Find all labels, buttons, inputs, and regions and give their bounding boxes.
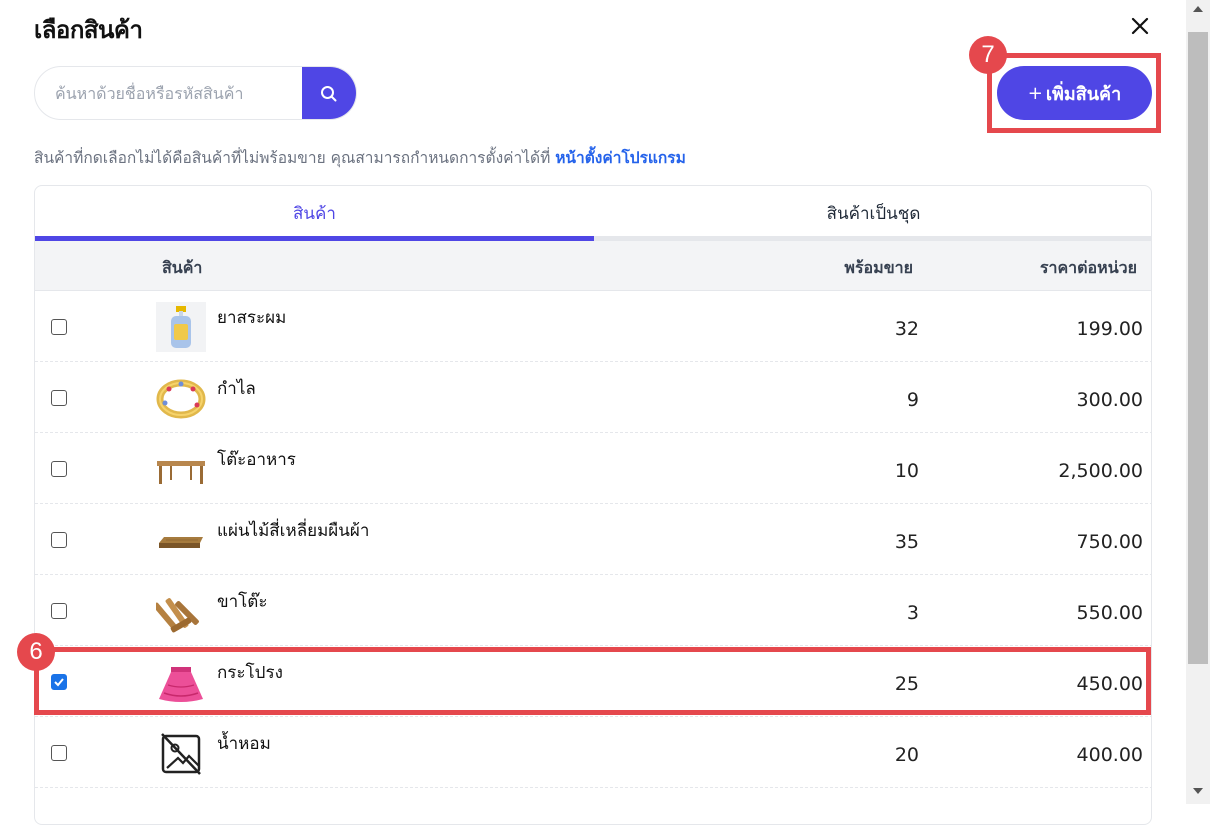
product-stock: 35	[894, 531, 919, 553]
scroll-up-arrow-icon[interactable]	[1191, 4, 1205, 14]
settings-page-link[interactable]: หน้าตั้งค่าโปรแกรม	[555, 149, 686, 167]
table-row[interactable]: กำไล 9 300.00	[35, 362, 1151, 433]
hint-message: สินค้าที่กดเลือกไม่ได้คือสินค้าที่ไม่พร้…	[34, 149, 556, 167]
scroll-down-arrow-icon[interactable]	[1191, 786, 1205, 796]
close-button[interactable]	[1126, 12, 1154, 40]
close-icon	[1131, 17, 1149, 35]
header-product: สินค้า	[162, 258, 203, 277]
wood-plank-icon	[159, 537, 203, 548]
dialog-title: เลือกสินค้า	[34, 16, 143, 44]
product-name: ขาโต๊ะ	[217, 592, 268, 612]
product-stock: 10	[894, 460, 919, 482]
row-checkbox[interactable]	[51, 461, 67, 477]
table-legs-icon	[156, 598, 199, 633]
bracelet-icon	[156, 379, 206, 419]
product-name: ยาสระผม	[217, 308, 287, 328]
hint-text: สินค้าที่กดเลือกไม่ได้คือสินค้าที่ไม่พร้…	[34, 145, 686, 170]
search-icon	[321, 86, 337, 102]
scrollbar-thumb[interactable]	[1188, 32, 1208, 664]
row-checkbox[interactable]	[51, 390, 67, 406]
product-table-card: สินค้า สินค้าเป็นชุด สินค้า พร้อมขาย ราค…	[34, 185, 1152, 825]
search-input[interactable]	[35, 67, 302, 119]
header-price: ราคาต่อหน่วย	[1039, 258, 1137, 277]
product-stock: 9	[906, 389, 919, 411]
annotation-box-add-button	[987, 53, 1161, 133]
table-row[interactable]: ขาโต๊ะ 3 550.00	[35, 575, 1151, 646]
table-row[interactable]: น้ำหอม 20 400.00	[35, 717, 1151, 788]
search-button[interactable]	[302, 67, 356, 119]
header-stock: พร้อมขาย	[844, 258, 913, 277]
tab-products[interactable]: สินค้า	[35, 186, 594, 241]
table-row[interactable]: โต๊ะอาหาร 10 2,500.00	[35, 433, 1151, 504]
product-stock: 20	[894, 744, 919, 766]
row-checkbox[interactable]	[51, 603, 67, 619]
table-row[interactable]: แผ่นไม้สี่เหลี่ยมผืนผ้า 35 750.00	[35, 504, 1151, 575]
no-image-icon	[161, 733, 201, 775]
annotation-box-skirt-row	[34, 647, 1151, 715]
search-bar	[34, 66, 357, 120]
tab-product-bundles[interactable]: สินค้าเป็นชุด	[594, 186, 1151, 241]
product-name: กำไล	[217, 379, 256, 399]
product-name: แผ่นไม้สี่เหลี่ยมผืนผ้า	[217, 521, 370, 541]
annotation-number-6: 6	[17, 633, 55, 671]
row-checkbox[interactable]	[51, 532, 67, 548]
product-price: 550.00	[1076, 602, 1143, 624]
product-price: 2,500.00	[1058, 460, 1143, 482]
product-stock: 32	[894, 318, 919, 340]
product-stock: 3	[906, 602, 919, 624]
select-product-dialog: เลือกสินค้า + เพิ่มสินค้า สินค้าที่กดเลื…	[0, 0, 1186, 825]
product-name: โต๊ะอาหาร	[217, 450, 296, 470]
product-price: 199.00	[1076, 318, 1143, 340]
table-header: สินค้า พร้อมขาย ราคาต่อหน่วย	[35, 241, 1151, 291]
dining-table-icon	[157, 461, 205, 484]
annotation-number-7: 7	[969, 36, 1007, 74]
product-price: 300.00	[1076, 389, 1143, 411]
tab-bar: สินค้า สินค้าเป็นชุด	[35, 186, 1151, 241]
row-checkbox[interactable]	[51, 745, 67, 761]
row-checkbox[interactable]	[51, 319, 67, 335]
shampoo-bottle-icon	[156, 302, 206, 352]
table-row[interactable]: ยาสระผม 32 199.00	[35, 291, 1151, 362]
product-price: 750.00	[1076, 531, 1143, 553]
table-row[interactable]	[35, 788, 1151, 824]
product-name: น้ำหอม	[217, 734, 271, 754]
product-price: 400.00	[1076, 744, 1143, 766]
